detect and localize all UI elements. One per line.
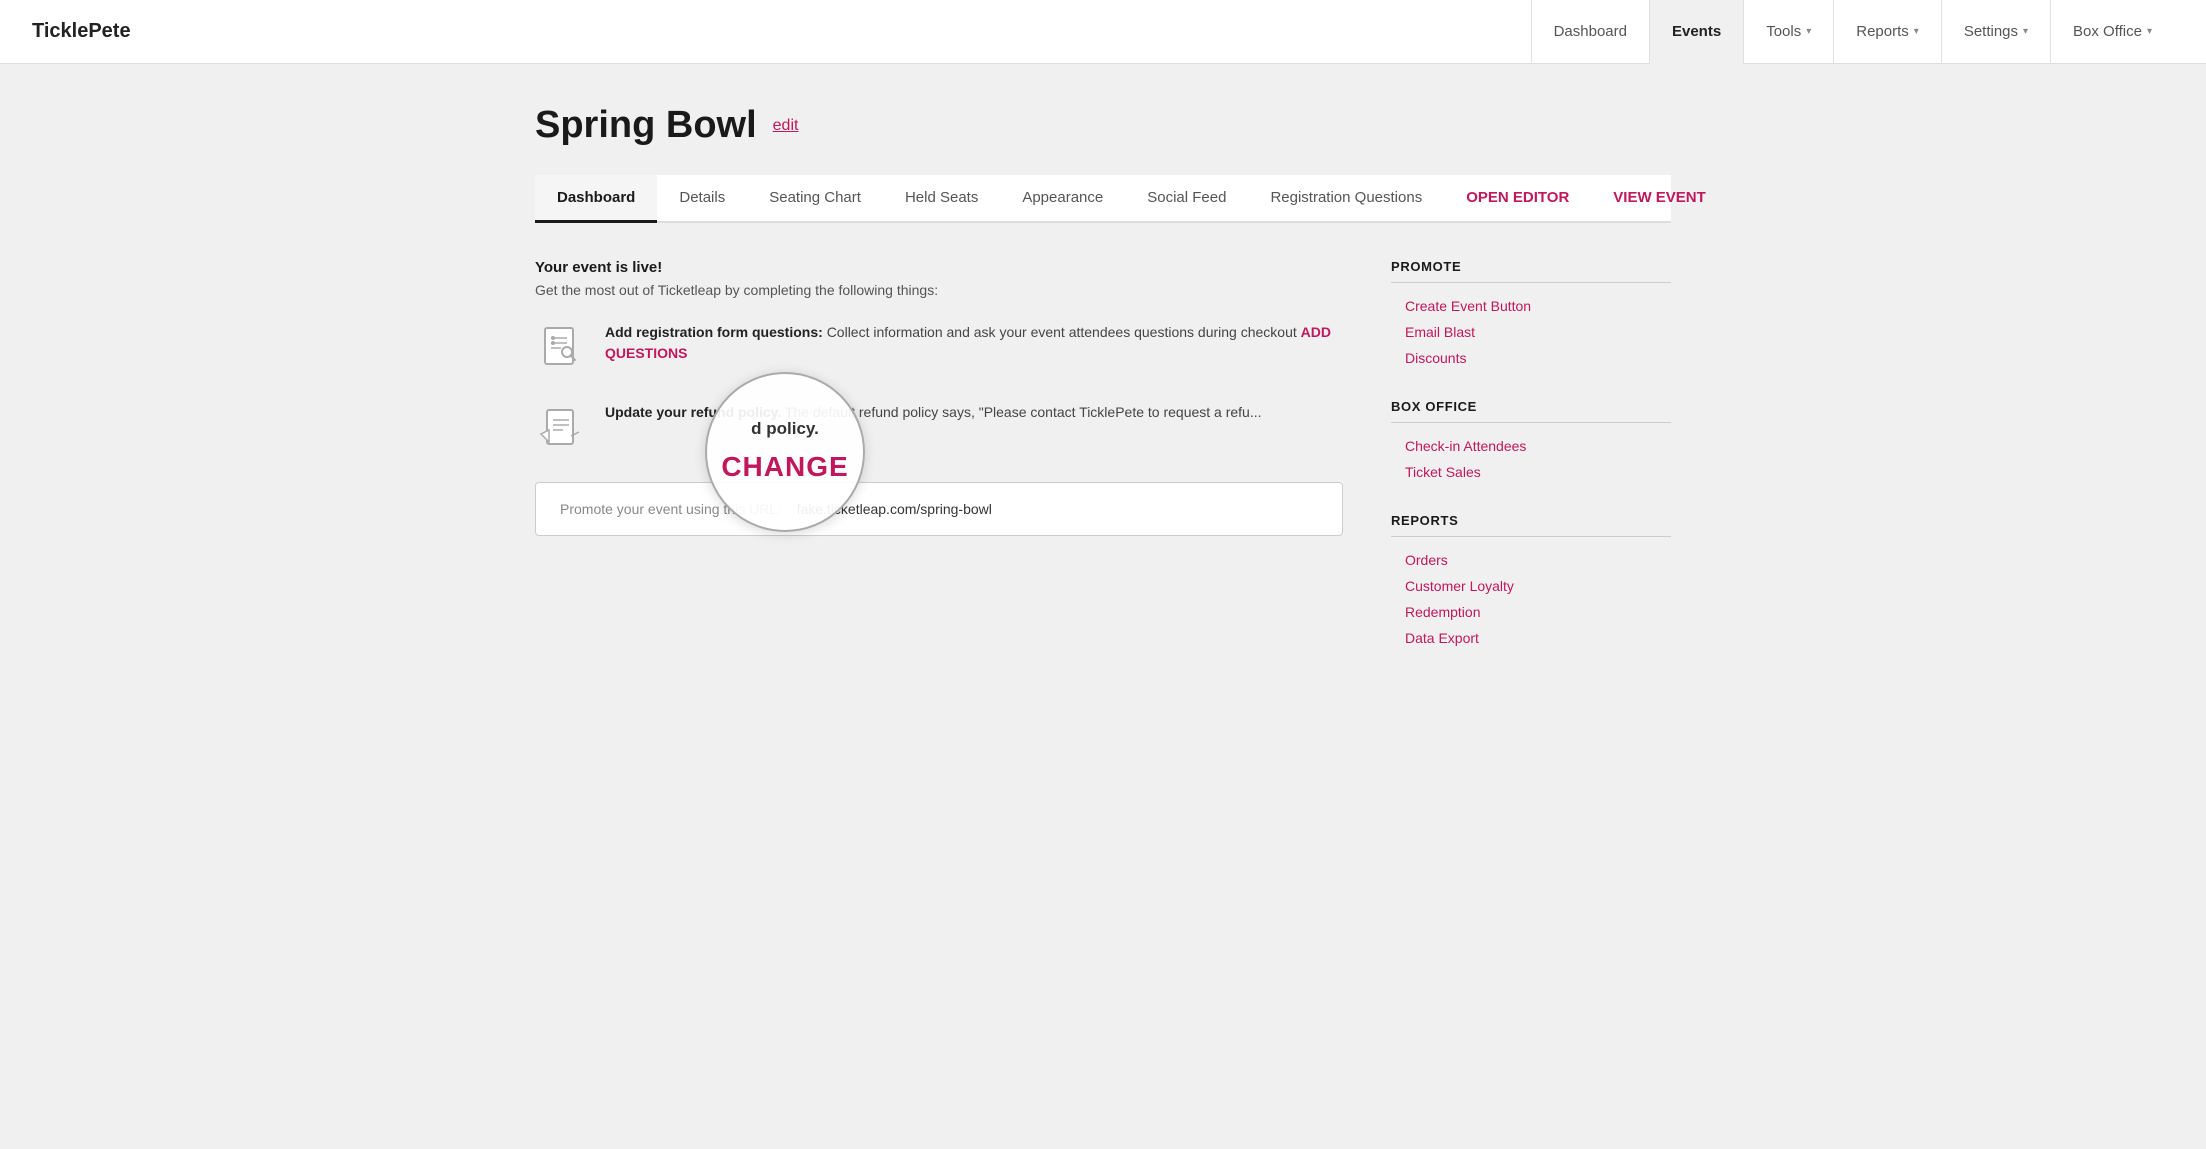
tab-held-seats[interactable]: Held Seats [883,175,1000,223]
tab-social-feed[interactable]: Social Feed [1125,175,1248,223]
task-refund: Update your refund policy. The default r… [535,402,1343,454]
task-registration-bold: Add registration form questions: [605,324,823,340]
nav-item-boxoffice[interactable]: Box Office ▾ [2050,0,2174,64]
page-title-row: Spring Bowl edit [535,104,1671,147]
tools-caret-icon: ▾ [1806,26,1811,37]
live-heading: Your event is live! [535,259,1343,276]
sidebar-reports-section: REPORTS Orders Customer Loyalty Redempti… [1391,513,1671,651]
main-column: Your event is live! Get the most out of … [535,259,1343,679]
sidebar-boxoffice-title: BOX OFFICE [1391,399,1671,423]
task-registration-text: Add registration form questions: Collect… [605,322,1343,364]
nav-item-tools[interactable]: Tools ▾ [1743,0,1833,64]
sidebar-column: PROMOTE Create Event Button Email Blast … [1391,259,1671,679]
sidebar-promote-section: PROMOTE Create Event Button Email Blast … [1391,259,1671,371]
sidebar-link-email-blast[interactable]: Email Blast [1391,319,1671,345]
nav-items: Dashboard Events Tools ▾ Reports ▾ Setti… [1531,0,2174,64]
task-refund-bold: Update your refund policy. [605,404,781,420]
url-box-url: fake.ticketleap.com/spring-bowl [797,501,992,517]
open-editor-button[interactable]: OPEN EDITOR [1444,175,1591,223]
tab-dashboard[interactable]: Dashboard [535,175,657,223]
tab-appearance[interactable]: Appearance [1000,175,1125,223]
registration-icon [535,322,587,374]
logo: TicklePete [32,20,131,43]
sidebar-link-create-event-button[interactable]: Create Event Button [1391,293,1671,319]
live-sub: Get the most out of Ticketleap by comple… [535,282,1343,298]
edit-link[interactable]: edit [773,117,799,135]
task-registration: Add registration form questions: Collect… [535,322,1343,374]
main-layout: Your event is live! Get the most out of … [535,259,1671,679]
tab-seating-chart[interactable]: Seating Chart [747,175,883,223]
url-box-label: Promote your event using this URL: [560,501,781,517]
top-nav: TicklePete Dashboard Events Tools ▾ Repo… [0,0,2206,64]
sidebar-link-customer-loyalty[interactable]: Customer Loyalty [1391,573,1671,599]
nav-item-events[interactable]: Events [1649,0,1743,64]
sidebar-reports-title: REPORTS [1391,513,1671,537]
tab-registration-questions[interactable]: Registration Questions [1248,175,1444,223]
sidebar-link-orders[interactable]: Orders [1391,547,1671,573]
boxoffice-caret-icon: ▾ [2147,26,2152,37]
settings-caret-icon: ▾ [2023,26,2028,37]
page-title: Spring Bowl [535,104,757,147]
nav-item-dashboard[interactable]: Dashboard [1531,0,1649,64]
magnifier-top-text: d policy. [751,416,819,442]
nav-item-settings[interactable]: Settings ▾ [1941,0,2050,64]
sidebar-promote-title: PROMOTE [1391,259,1671,283]
reports-caret-icon: ▾ [1914,26,1919,37]
task-refund-text: Update your refund policy. The default r… [605,402,1262,423]
sidebar-link-checkin[interactable]: Check-in Attendees [1391,433,1671,459]
sidebar-link-redemption[interactable]: Redemption [1391,599,1671,625]
sidebar-link-ticket-sales[interactable]: Ticket Sales [1391,459,1671,485]
event-tabs: Dashboard Details Seating Chart Held Sea… [535,175,1671,223]
refund-icon [535,402,587,454]
sidebar-boxoffice-section: BOX OFFICE Check-in Attendees Ticket Sal… [1391,399,1671,485]
view-event-button[interactable]: VIEW EVENT [1591,175,1728,223]
nav-item-reports[interactable]: Reports ▾ [1833,0,1941,64]
sidebar-link-data-export[interactable]: Data Export [1391,625,1671,651]
url-box: Promote your event using this URL: fake.… [535,482,1343,536]
sidebar-link-discounts[interactable]: Discounts [1391,345,1671,371]
tab-details[interactable]: Details [657,175,747,223]
page-content: Spring Bowl edit Dashboard Details Seati… [503,64,1703,719]
